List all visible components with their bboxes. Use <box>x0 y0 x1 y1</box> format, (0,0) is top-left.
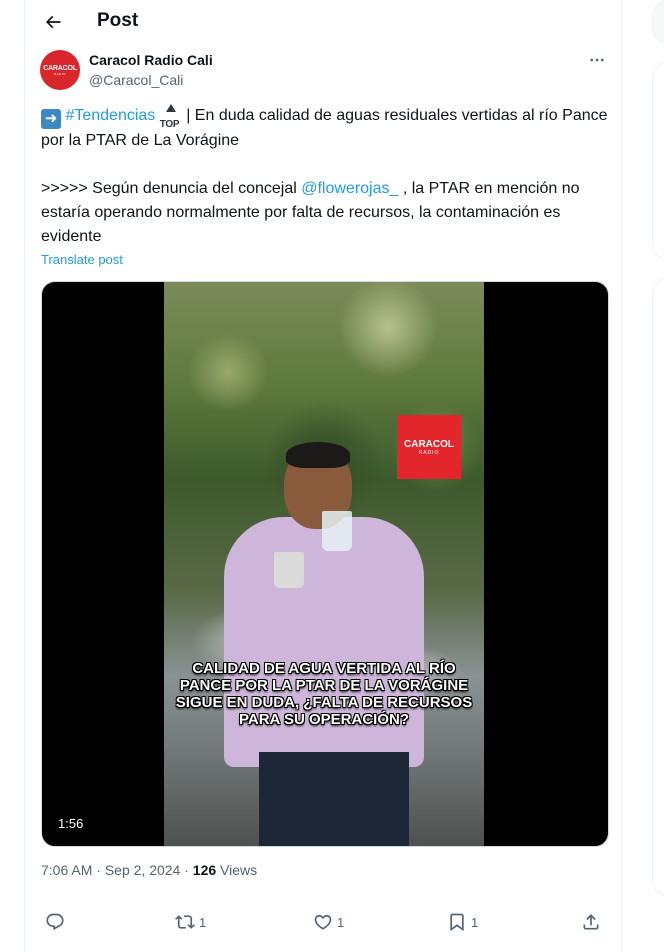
hashtag-link[interactable]: #Tendencias <box>65 107 155 124</box>
meta-separator: · <box>92 862 105 878</box>
video-duration: 1:56 <box>54 815 88 832</box>
post-paragraph-1: ➜ #Tendencias TOP | En duda calidad de a… <box>41 104 611 153</box>
share-icon <box>583 914 599 930</box>
video-player[interactable]: CARACOL RADIO CALIDAD DE AGUA VERTIDA AL… <box>41 281 609 847</box>
author-name[interactable]: Caracol Radio Cali <box>89 52 213 68</box>
back-arrow-icon <box>45 15 61 29</box>
bookmark-count: 1 <box>471 914 479 930</box>
views-count: 126 <box>192 862 217 878</box>
sidebar-panel-edge <box>652 62 664 260</box>
post-paragraph-2: >>>>> Según denuncia del concejal @flowe… <box>41 177 611 249</box>
views-label: Views <box>216 862 258 878</box>
video-brand-logo-text: CARACOL <box>404 438 454 450</box>
video-brand-logo-sub: RADIO <box>418 449 440 456</box>
reply-icon <box>46 913 64 931</box>
avatar[interactable]: CARACOL RADIO <box>40 50 80 90</box>
like-count: 1 <box>337 914 345 930</box>
main-column: Post CARACOL RADIO Caracol Radio Cali @C… <box>24 0 622 952</box>
post-time[interactable]: 7:06 AM <box>41 862 92 878</box>
repost-count: 1 <box>199 914 207 930</box>
sidebar-panel-edge-2 <box>652 278 664 896</box>
video-person-body <box>224 517 424 767</box>
video-water-cup <box>322 511 352 551</box>
post-metadata: 7:06 AM · Sep 2, 2024 · 126 Views <box>41 862 257 878</box>
video-person-hair <box>286 442 350 468</box>
avatar-logo-text: CARACOL <box>43 64 77 72</box>
arrow-right-emoji-icon: ➜ <box>41 109 61 129</box>
post-date[interactable]: Sep 2, 2024 <box>105 862 181 878</box>
translate-post-link[interactable]: Translate post <box>41 252 123 267</box>
post-text: ➜ #Tendencias TOP | En duda calidad de a… <box>41 104 611 249</box>
action-bar: 1 1 1 <box>41 906 607 938</box>
back-button[interactable] <box>39 8 67 36</box>
repost-icon <box>175 915 195 929</box>
video-person-pants <box>259 752 409 846</box>
share-button[interactable] <box>581 906 601 938</box>
mention-link[interactable]: @flowerojas_ <box>301 180 398 197</box>
video-water-cup-sample <box>274 552 304 588</box>
video-caption: CALIDAD DE AGUA VERTIDA AL RÍO PANCE POR… <box>175 660 473 728</box>
header-bar: Post <box>25 0 623 44</box>
meta-separator-2: · <box>180 862 193 878</box>
video-brand-logo: CARACOL RADIO <box>397 415 461 479</box>
page-title: Post <box>97 10 139 31</box>
reply-button[interactable] <box>45 906 69 938</box>
bookmark-icon <box>450 913 464 932</box>
avatar-logo-sub: RADIO <box>53 71 66 76</box>
bookmark-button[interactable]: 1 <box>447 906 478 938</box>
repost-button[interactable]: 1 <box>175 906 206 938</box>
like-button[interactable]: 1 <box>313 906 344 938</box>
video-frame: CARACOL RADIO CALIDAD DE AGUA VERTIDA AL… <box>164 282 484 846</box>
top-emoji-text: TOP <box>159 119 180 130</box>
more-button[interactable] <box>585 50 609 70</box>
top-arrow-emoji-icon: TOP <box>160 104 182 130</box>
post-body-prefix: >>>>> Según denuncia del concejal <box>41 180 302 197</box>
more-icon <box>590 58 604 62</box>
sidebar-search-edge <box>652 0 664 44</box>
like-icon <box>314 914 332 930</box>
author-handle[interactable]: @Caracol_Cali <box>89 72 183 88</box>
